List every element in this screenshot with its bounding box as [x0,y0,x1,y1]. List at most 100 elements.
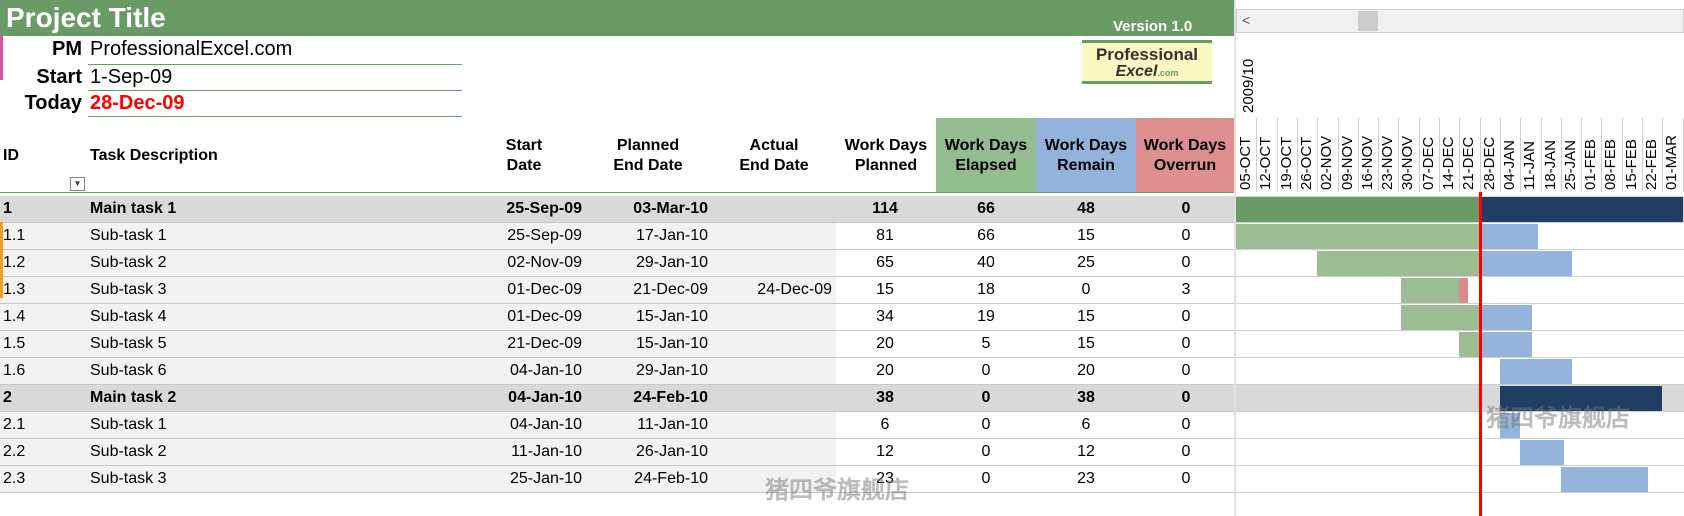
work-days-planned-cell[interactable]: 6 [837,416,933,434]
work-days-overrun-cell[interactable]: 0 [1138,416,1234,434]
start-date-cell[interactable]: 01-Dec-09 [450,281,582,299]
work-days-elapsed-cell[interactable]: 18 [938,281,1034,299]
task-description-cell[interactable]: Sub-task 1 [90,416,166,434]
task-id-cell[interactable]: 2 [3,389,12,407]
task-description-cell[interactable]: Sub-task 1 [90,227,166,245]
planned-end-date-cell[interactable]: 29-Jan-10 [600,362,708,380]
work-days-elapsed-cell[interactable]: 0 [938,362,1034,380]
col-header-desc[interactable]: Task Description [90,146,218,166]
work-days-overrun-cell[interactable]: 0 [1138,362,1234,380]
start-date-cell[interactable]: 04-Jan-10 [450,362,582,380]
task-id-cell[interactable]: 1.1 [3,227,25,245]
task-description-cell[interactable]: Sub-task 3 [90,281,166,299]
work-days-planned-cell[interactable]: 65 [837,254,933,272]
task-id-cell[interactable]: 1 [3,200,12,218]
start-date-cell[interactable]: 02-Nov-09 [450,254,582,272]
sub-task-row[interactable]: 2.1 Sub-task 1 04-Jan-10 11-Jan-10 6 0 6 0 [0,412,1234,439]
task-description-cell[interactable]: Sub-task 2 [90,443,166,461]
task-id-cell[interactable]: 2.1 [3,416,25,434]
planned-end-date-cell[interactable]: 24-Feb-10 [600,389,708,407]
scroll-left-icon[interactable]: < [1242,12,1250,28]
start-date-cell[interactable]: 25-Jan-10 [450,470,582,488]
work-days-overrun-cell[interactable]: 0 [1138,227,1234,245]
task-id-cell[interactable]: 2.3 [3,470,25,488]
work-days-remain-cell[interactable]: 0 [1038,281,1134,299]
work-days-planned-cell[interactable]: 20 [837,362,933,380]
work-days-elapsed-cell[interactable]: 19 [938,308,1034,326]
work-days-remain-cell[interactable]: 15 [1038,308,1134,326]
task-description-cell[interactable]: Main task 2 [90,389,176,407]
planned-end-date-cell[interactable]: 03-Mar-10 [600,200,708,218]
col-header-id[interactable]: ID [3,146,19,166]
task-id-cell[interactable]: 1.5 [3,335,25,353]
work-days-elapsed-cell[interactable]: 0 [938,389,1034,407]
task-id-cell[interactable]: 1.6 [3,362,25,380]
task-description-cell[interactable]: Sub-task 2 [90,254,166,272]
work-days-overrun-cell[interactable]: 0 [1138,308,1234,326]
work-days-overrun-cell[interactable]: 0 [1138,470,1234,488]
sub-task-row[interactable]: 1.5 Sub-task 5 21-Dec-09 15-Jan-10 20 5 15 0 [0,331,1234,358]
task-description-cell[interactable]: Sub-task 4 [90,308,166,326]
work-days-overrun-cell[interactable]: 0 [1138,443,1234,461]
work-days-remain-cell[interactable]: 48 [1038,200,1134,218]
work-days-overrun-cell[interactable]: 0 [1138,254,1234,272]
sub-task-row[interactable]: 1.3 Sub-task 3 01-Dec-09 21-Dec-09 24-Dec-09… [0,277,1234,304]
sub-task-row[interactable]: 1.2 Sub-task 2 02-Nov-09 29-Jan-10 65 40 25 0 [0,250,1234,277]
main-task-row[interactable]: 1 Main task 1 25-Sep-09 03-Mar-10 114 66 48 0 [0,196,1234,223]
task-description-cell[interactable]: Sub-task 6 [90,362,166,380]
work-days-elapsed-cell[interactable]: 5 [938,335,1034,353]
work-days-planned-cell[interactable]: 38 [837,389,933,407]
actual-end-date-cell[interactable]: 24-Dec-09 [720,281,832,299]
sub-task-row[interactable]: 2.3 Sub-task 3 25-Jan-10 24-Feb-10 23 0 23 0 [0,466,1234,493]
planned-end-date-cell[interactable]: 26-Jan-10 [600,443,708,461]
start-date-cell[interactable]: 25-Sep-09 [450,227,582,245]
scrollbar-thumb[interactable] [1358,11,1378,31]
work-days-remain-cell[interactable]: 15 [1038,227,1134,245]
planned-end-date-cell[interactable]: 15-Jan-10 [600,308,708,326]
start-date-cell[interactable]: 21-Dec-09 [450,335,582,353]
work-days-elapsed-cell[interactable]: 66 [938,200,1034,218]
sub-task-row[interactable]: 2.2 Sub-task 2 11-Jan-10 26-Jan-10 12 0 12 0 [0,439,1234,466]
work-days-planned-cell[interactable]: 34 [837,308,933,326]
task-id-cell[interactable]: 2.2 [3,443,25,461]
filter-dropdown-button[interactable]: ▼ [70,177,85,191]
work-days-remain-cell[interactable]: 20 [1038,362,1134,380]
task-description-cell[interactable]: Main task 1 [90,200,176,218]
work-days-overrun-cell[interactable]: 0 [1138,335,1234,353]
work-days-elapsed-cell[interactable]: 66 [938,227,1034,245]
work-days-remain-cell[interactable]: 38 [1038,389,1134,407]
main-task-row[interactable]: 2 Main task 2 04-Jan-10 24-Feb-10 38 0 38 0 [0,385,1234,412]
task-id-cell[interactable]: 1.4 [3,308,25,326]
work-days-remain-cell[interactable]: 12 [1038,443,1134,461]
work-days-overrun-cell[interactable]: 0 [1138,389,1234,407]
planned-end-date-cell[interactable]: 29-Jan-10 [600,254,708,272]
work-days-planned-cell[interactable]: 81 [837,227,933,245]
work-days-planned-cell[interactable]: 20 [837,335,933,353]
planned-end-date-cell[interactable]: 24-Feb-10 [600,470,708,488]
start-date-cell[interactable]: 25-Sep-09 [450,200,582,218]
task-description-cell[interactable]: Sub-task 5 [90,335,166,353]
sub-task-row[interactable]: 1.6 Sub-task 6 04-Jan-10 29-Jan-10 20 0 20 0 [0,358,1234,385]
work-days-elapsed-cell[interactable]: 40 [938,254,1034,272]
start-date-cell[interactable]: 04-Jan-10 [450,389,582,407]
work-days-elapsed-cell[interactable]: 0 [938,443,1034,461]
task-id-cell[interactable]: 1.3 [3,281,25,299]
work-days-remain-cell[interactable]: 15 [1038,335,1134,353]
work-days-planned-cell[interactable]: 15 [837,281,933,299]
start-date-cell[interactable]: 11-Jan-10 [450,443,582,461]
work-days-overrun-cell[interactable]: 3 [1138,281,1234,299]
planned-end-date-cell[interactable]: 11-Jan-10 [600,416,708,434]
work-days-elapsed-cell[interactable]: 0 [938,416,1034,434]
planned-end-date-cell[interactable]: 21-Dec-09 [600,281,708,299]
start-date-cell[interactable]: 01-Dec-09 [450,308,582,326]
pm-value[interactable]: ProfessionalExcel.com [90,38,292,61]
planned-end-date-cell[interactable]: 17-Jan-10 [600,227,708,245]
sub-task-row[interactable]: 1.1 Sub-task 1 25-Sep-09 17-Jan-10 81 66 15 0 [0,223,1234,250]
work-days-elapsed-cell[interactable]: 0 [938,470,1034,488]
start-value[interactable]: 1-Sep-09 [90,66,172,89]
work-days-planned-cell[interactable]: 12 [837,443,933,461]
work-days-remain-cell[interactable]: 23 [1038,470,1134,488]
task-id-cell[interactable]: 1.2 [3,254,25,272]
start-date-cell[interactable]: 04-Jan-10 [450,416,582,434]
work-days-planned-cell[interactable]: 114 [837,200,933,218]
